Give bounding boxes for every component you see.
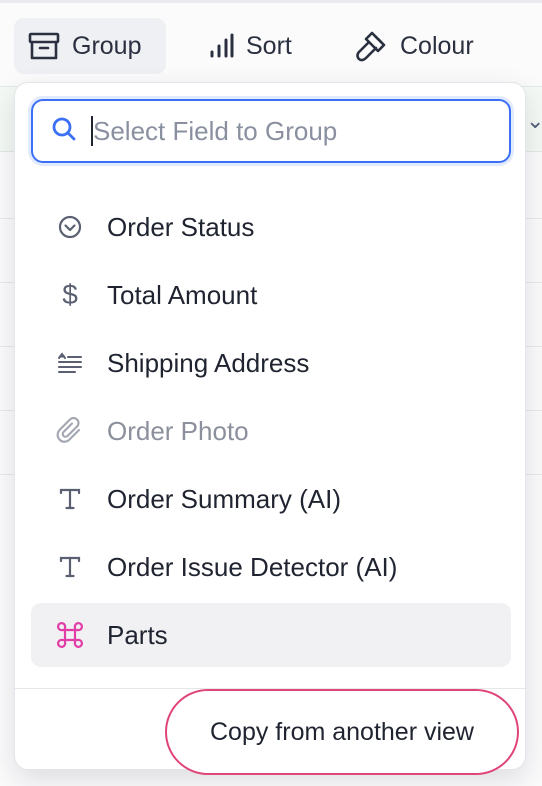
colour-button[interactable]: Colour [340, 18, 488, 74]
field-item-shipping-address[interactable]: Shipping Address [31, 331, 511, 395]
bar-chart-sort-icon [206, 32, 234, 60]
link-records-icon [55, 621, 85, 649]
field-label: Parts [107, 619, 168, 650]
field-list: Order Status $ Total Amount Shipping Add… [31, 195, 511, 671]
archive-box-icon [28, 31, 60, 61]
sort-button-label: Sort [246, 31, 292, 60]
group-button[interactable]: Group [14, 18, 166, 74]
field-label: Order Summary (AI) [107, 483, 342, 514]
copy-from-another-view-button[interactable]: Copy from another view [165, 689, 519, 775]
sort-button[interactable]: Sort [192, 18, 306, 74]
field-item-order-photo: Order Photo [31, 399, 511, 463]
field-label: Order Photo [107, 415, 249, 446]
paint-brush-icon [354, 29, 388, 63]
field-label: Order Issue Detector (AI) [107, 551, 398, 582]
group-button-label: Group [72, 31, 142, 60]
search-icon [51, 116, 77, 147]
field-label: Total Amount [107, 279, 258, 310]
app-canvas: ⌄ Group Sort Colour Select Field to Grou… [0, 0, 542, 786]
long-text-icon [55, 352, 85, 374]
copy-button-label: Copy from another view [209, 717, 474, 746]
view-toolbar: Group Sort Colour [0, 10, 542, 80]
colour-button-label: Colour [400, 31, 474, 60]
field-item-total-amount[interactable]: $ Total Amount [31, 263, 511, 327]
paperclip-icon [55, 417, 85, 445]
search-field[interactable] [31, 99, 511, 163]
field-item-order-issue-detector[interactable]: Order Issue Detector (AI) [31, 535, 511, 599]
field-label: Order Status [107, 211, 255, 242]
text-icon [55, 487, 85, 511]
chevron-down-icon[interactable]: ⌄ [526, 108, 542, 134]
search-input[interactable] [93, 115, 493, 147]
group-field-dropdown: Order Status $ Total Amount [14, 82, 526, 775]
field-item-order-summary[interactable]: Order Summary (AI) [31, 467, 511, 531]
text-icon [55, 555, 85, 579]
dollar-icon: $ [62, 279, 78, 310]
status-check-icon [55, 214, 85, 240]
field-label: Shipping Address [107, 347, 310, 378]
field-item-order-status[interactable]: Order Status [31, 195, 511, 259]
top-border [0, 0, 542, 3]
field-item-parts[interactable]: Parts [31, 603, 511, 667]
